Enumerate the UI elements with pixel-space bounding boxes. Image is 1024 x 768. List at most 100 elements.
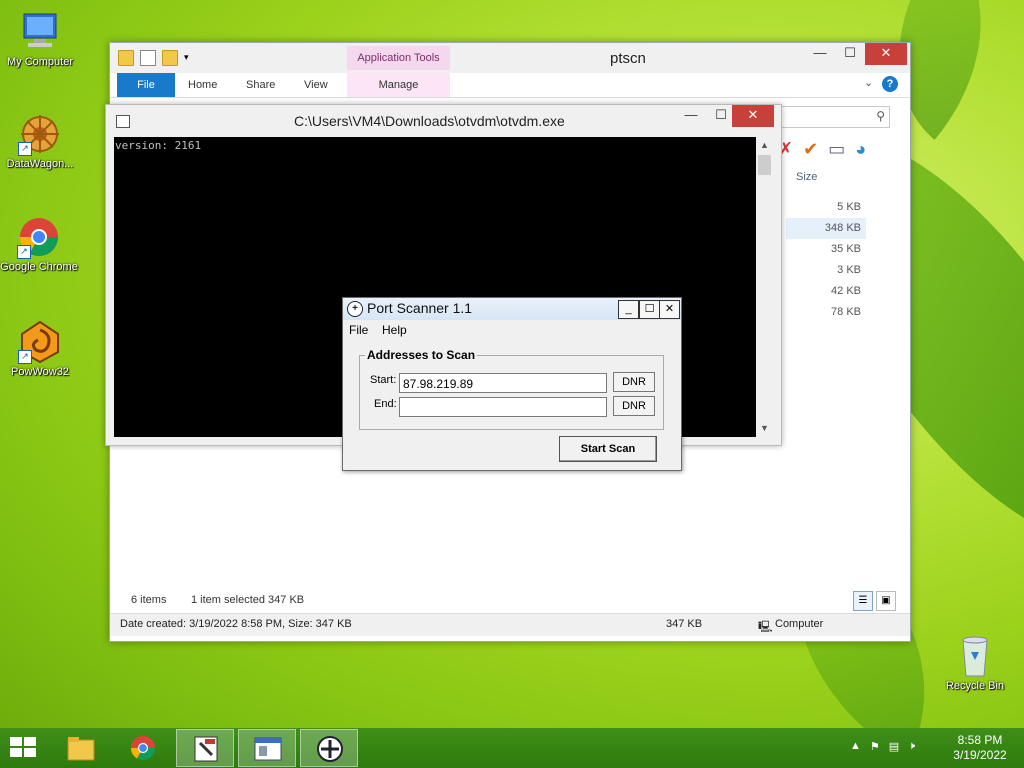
tab-view[interactable]: View xyxy=(304,73,328,97)
status-location: Computer xyxy=(775,618,824,630)
item-count: 6 items xyxy=(131,594,167,606)
status-date-created: Date created: 3/19/2022 8:58 PM, Size: 3… xyxy=(120,618,352,630)
taskbar-phone-app[interactable] xyxy=(176,729,234,767)
explorer-toolbar: ✗ ✔ ▭ ◕ xyxy=(778,139,866,160)
taskbar-port-scanner[interactable] xyxy=(300,729,358,767)
scroll-down-icon[interactable]: ▼ xyxy=(756,420,773,437)
explorer-title: ptscn xyxy=(610,50,646,67)
minimize-button[interactable]: _ xyxy=(618,300,639,319)
tab-home[interactable]: Home xyxy=(188,73,217,97)
system-tray: ▲ ⚑ ▤ 🕨 xyxy=(850,740,915,753)
port-scanner-titlebar[interactable]: + Port Scanner 1.1 _ ☐ ✕ xyxy=(343,298,681,320)
quick-access-toolbar: ▾ xyxy=(118,50,198,66)
desktop-icon-my-computer[interactable]: My Computer xyxy=(0,10,80,68)
close-button[interactable]: ✕ xyxy=(865,43,907,65)
minimize-button[interactable]: — xyxy=(676,105,706,127)
status-size: 347 KB xyxy=(666,618,703,630)
desktop-icon-recycle-bin[interactable]: Recycle Bin xyxy=(935,632,1015,692)
selection-info: 1 item selected 347 KB xyxy=(191,594,305,606)
menu-help[interactable]: Help xyxy=(382,323,407,337)
rename-icon[interactable]: ▭ xyxy=(828,139,845,160)
chrome-icon xyxy=(128,734,158,762)
start-button[interactable] xyxy=(10,737,38,759)
file-size-cell[interactable]: 5 KB xyxy=(786,197,866,218)
application-tools-label: Application Tools xyxy=(347,46,450,70)
port-scanner-icon xyxy=(315,735,345,763)
addresses-group-label: Addresses to Scan xyxy=(365,348,478,362)
desktop-icon-label: Google Chrome xyxy=(0,261,78,273)
search-icon: ⚲ xyxy=(876,109,885,123)
end-address-input[interactable] xyxy=(399,397,607,417)
explorer-titlebar[interactable]: ▾ Application Tools ptscn — ☐ ✕ xyxy=(110,43,910,73)
shortcut-arrow-icon: ↗ xyxy=(18,142,32,156)
desktop-icon-label: My Computer xyxy=(6,56,74,68)
recycle-bin-icon xyxy=(955,632,995,678)
shortcut-arrow-icon: ↗ xyxy=(18,350,32,364)
file-size-cell[interactable]: 348 KB xyxy=(786,218,866,239)
scroll-thumb[interactable] xyxy=(758,155,771,175)
network-icon[interactable]: ▤ xyxy=(889,740,899,753)
checkmark-icon[interactable]: ✔ xyxy=(803,139,818,160)
file-size-cell[interactable]: 3 KB xyxy=(786,260,866,281)
phone-icon xyxy=(191,735,221,763)
search-input[interactable]: ⚲ xyxy=(780,106,890,128)
port-scanner-menubar: File Help xyxy=(343,321,681,339)
file-size-cell[interactable]: 42 KB xyxy=(786,281,866,302)
size-column: 5 KB 348 KB 35 KB 3 KB 42 KB 78 KB xyxy=(786,197,866,323)
taskbar-console[interactable] xyxy=(238,729,296,767)
console-system-icon[interactable] xyxy=(116,115,130,128)
close-button[interactable]: ✕ xyxy=(732,105,774,127)
large-icons-view-icon[interactable]: ▣ xyxy=(876,591,896,611)
console-window-icon xyxy=(253,735,283,763)
end-label: End: xyxy=(374,398,397,410)
desktop-icon-label: Recycle Bin xyxy=(945,680,1005,692)
tab-share[interactable]: Share xyxy=(246,73,275,97)
file-size-cell[interactable]: 78 KB xyxy=(786,302,866,323)
shell-icon[interactable]: ◕ xyxy=(855,139,866,160)
volume-muted-icon[interactable]: 🕨 xyxy=(908,740,915,753)
start-address-input[interactable]: 87.98.219.89 xyxy=(399,373,607,393)
ribbon-expand-icon[interactable]: ⌄ xyxy=(864,76,873,89)
port-scanner-title: Port Scanner 1.1 xyxy=(367,300,473,316)
action-center-icon[interactable]: ⚑ xyxy=(870,740,880,753)
desktop-icon-powwow[interactable]: ↗ PowWow32 xyxy=(0,320,80,378)
taskbar: ▲ ⚑ ▤ 🕨 8:58 PM 3/19/2022 xyxy=(0,728,1024,768)
properties-icon[interactable] xyxy=(140,50,156,66)
desktop-icon-label: PowWow32 xyxy=(11,366,69,378)
minimize-button[interactable]: — xyxy=(805,43,835,65)
start-label: Start: xyxy=(370,374,397,386)
column-header-size[interactable]: Size xyxy=(796,171,817,183)
taskbar-clock[interactable]: 8:58 PM 3/19/2022 xyxy=(950,733,1010,763)
clock-time: 8:58 PM xyxy=(957,733,1003,747)
details-view-icon[interactable]: ☰ xyxy=(853,591,873,611)
folder-icon xyxy=(66,734,96,762)
chevron-down-icon[interactable]: ▾ xyxy=(184,50,198,64)
close-button[interactable]: ✕ xyxy=(659,300,680,319)
tab-manage[interactable]: Manage xyxy=(347,73,450,97)
folder-icon[interactable] xyxy=(118,50,134,66)
desktop-icon-label: DataWagon... xyxy=(6,158,74,170)
file-size-cell[interactable]: 35 KB xyxy=(786,239,866,260)
start-dnr-button[interactable]: DNR xyxy=(613,372,655,392)
desktop-icon-datawagon[interactable]: ↗ DataWagon... xyxy=(0,112,80,170)
taskbar-chrome[interactable] xyxy=(114,729,172,767)
new-folder-icon[interactable] xyxy=(162,50,178,66)
desktop-icon-chrome[interactable]: ↗ Google Chrome xyxy=(0,215,78,273)
maximize-button[interactable]: ☐ xyxy=(835,43,865,65)
help-icon[interactable]: ? xyxy=(882,76,898,92)
start-scan-button[interactable]: Start Scan xyxy=(559,436,657,462)
port-scanner-app-icon: + xyxy=(347,301,363,317)
end-dnr-button[interactable]: DNR xyxy=(613,396,655,416)
scroll-up-icon[interactable]: ▲ xyxy=(756,137,773,154)
show-hidden-icons-icon[interactable]: ▲ xyxy=(850,740,861,753)
view-switcher: ☰ ▣ xyxy=(853,591,896,611)
ribbon-tabs: File Home Share View Manage ⌄ ? xyxy=(110,73,910,98)
menu-file[interactable]: File xyxy=(349,323,368,337)
taskbar-file-explorer[interactable] xyxy=(52,729,110,767)
computer-icon xyxy=(18,10,62,54)
console-scrollbar[interactable]: ▲ ▼ xyxy=(756,137,773,437)
clock-date: 3/19/2022 xyxy=(953,748,1007,762)
tab-file[interactable]: File xyxy=(117,73,175,97)
explorer-statusbar: Date created: 3/19/2022 8:58 PM, Size: 3… xyxy=(110,613,910,636)
maximize-button[interactable]: ☐ xyxy=(639,300,660,319)
